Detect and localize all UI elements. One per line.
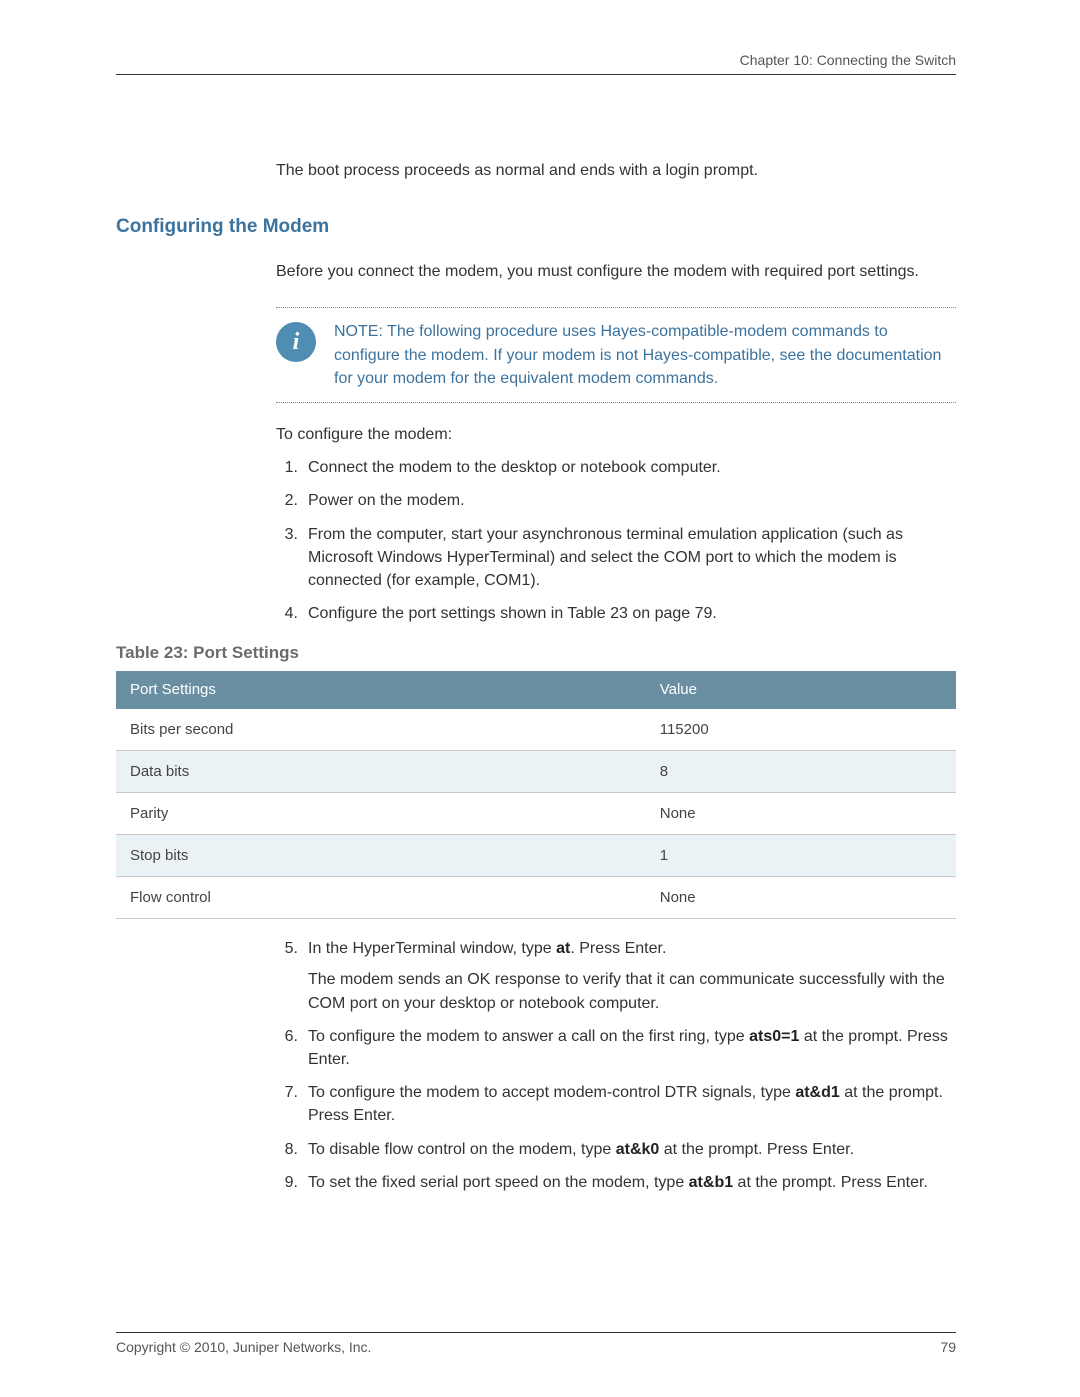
step-text: Connect the modem to the desktop or note… xyxy=(308,456,956,479)
cell-setting: Parity xyxy=(116,793,646,835)
table-header-row: Port Settings Value xyxy=(116,671,956,709)
note-body: The following procedure uses Hayes-compa… xyxy=(334,323,941,386)
steps-list-a: 1. Connect the modem to the desktop or no… xyxy=(276,456,956,625)
table-caption: Table 23: Port Settings xyxy=(116,643,956,663)
step-text: To configure the modem to accept modem-c… xyxy=(308,1081,956,1127)
list-item: 2. Power on the modem. xyxy=(276,489,956,512)
cell-setting: Stop bits xyxy=(116,835,646,877)
step-text: Configure the port settings shown in Tab… xyxy=(308,602,956,625)
step-number: 5. xyxy=(276,937,298,1015)
list-item: 7.To configure the modem to accept modem… xyxy=(276,1081,956,1127)
page: Chapter 10: Connecting the Switch The bo… xyxy=(0,0,1080,1397)
lead-in-text: Before you connect the modem, you must c… xyxy=(276,260,956,283)
step-number: 1. xyxy=(276,456,298,479)
step-text: To configure the modem to answer a call … xyxy=(308,1025,956,1071)
cell-value: None xyxy=(646,877,956,919)
port-settings-table: Port Settings Value Bits per second11520… xyxy=(116,671,956,919)
step-number: 7. xyxy=(276,1081,298,1127)
cell-value: None xyxy=(646,793,956,835)
table-row: ParityNone xyxy=(116,793,956,835)
page-number: 79 xyxy=(940,1339,956,1355)
to-configure-text: To configure the modem: xyxy=(276,423,956,446)
list-item: 4. Configure the port settings shown in T… xyxy=(276,602,956,625)
step-text: Power on the modem. xyxy=(308,489,956,512)
step-number: 2. xyxy=(276,489,298,512)
step-number: 8. xyxy=(276,1138,298,1161)
cell-value: 1 xyxy=(646,835,956,877)
cell-setting: Data bits xyxy=(116,751,646,793)
list-item: 3.From the computer, start your asynchro… xyxy=(276,523,956,593)
list-item: 1. Connect the modem to the desktop or no… xyxy=(276,456,956,479)
step-number: 4. xyxy=(276,602,298,625)
list-item: 6.To configure the modem to answer a cal… xyxy=(276,1025,956,1071)
table-row: Stop bits1 xyxy=(116,835,956,877)
step-text: In the HyperTerminal window, type at. Pr… xyxy=(308,937,956,1015)
note-prefix: NOTE: xyxy=(334,323,383,340)
section-title: Configuring the Modem xyxy=(116,216,956,238)
cell-value: 115200 xyxy=(646,709,956,751)
cell-setting: Flow control xyxy=(116,877,646,919)
table-header-port-settings: Port Settings xyxy=(116,671,646,709)
steps-list-b: 5.In the HyperTerminal window, type at. … xyxy=(276,937,956,1194)
page-footer: Copyright © 2010, Juniper Networks, Inc.… xyxy=(116,1332,956,1355)
list-item: 9. To set the fixed serial port speed on … xyxy=(276,1171,956,1194)
running-header: Chapter 10: Connecting the Switch xyxy=(116,52,956,75)
step-number: 9. xyxy=(276,1171,298,1194)
table-row: Data bits8 xyxy=(116,751,956,793)
to-configure: To configure the modem: xyxy=(276,423,956,446)
note-block: i NOTE: The following procedure uses Hay… xyxy=(276,307,956,403)
table-row: Flow controlNone xyxy=(116,877,956,919)
copyright-text: Copyright © 2010, Juniper Networks, Inc. xyxy=(116,1339,371,1355)
table-row: Bits per second115200 xyxy=(116,709,956,751)
step-followup: The modem sends an OK response to verify… xyxy=(308,968,956,1014)
step-text: To disable flow control on the modem, ty… xyxy=(308,1138,956,1161)
step-text: To set the fixed serial port speed on th… xyxy=(308,1171,956,1194)
step-number: 6. xyxy=(276,1025,298,1071)
info-icon: i xyxy=(276,322,316,362)
note-text: NOTE: The following procedure uses Hayes… xyxy=(334,320,956,390)
cell-setting: Bits per second xyxy=(116,709,646,751)
intro-paragraph: The boot process proceeds as normal and … xyxy=(276,159,956,182)
lead-in: Before you connect the modem, you must c… xyxy=(276,260,956,283)
table-header-value: Value xyxy=(646,671,956,709)
step-number: 3. xyxy=(276,523,298,593)
intro-text: The boot process proceeds as normal and … xyxy=(276,159,956,182)
cell-value: 8 xyxy=(646,751,956,793)
list-item: 5.In the HyperTerminal window, type at. … xyxy=(276,937,956,1015)
list-item: 8. To disable flow control on the modem, … xyxy=(276,1138,956,1161)
step-text: From the computer, start your asynchrono… xyxy=(308,523,956,593)
